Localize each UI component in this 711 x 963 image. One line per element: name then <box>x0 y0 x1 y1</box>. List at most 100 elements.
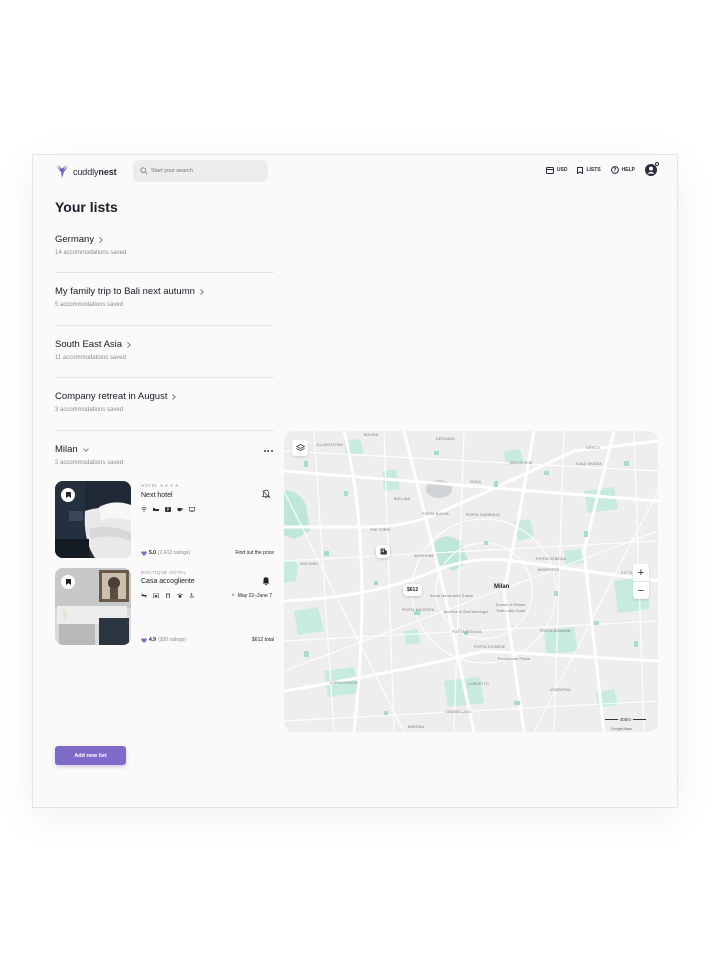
divider <box>55 377 274 378</box>
map-label: Duomo di Milano <box>496 603 526 607</box>
map-label: VIGENTINA <box>550 688 571 692</box>
bell-icon[interactable] <box>261 576 271 586</box>
map-label: BOVISA <box>364 433 379 437</box>
map[interactable]: BOVISA VILLAPIZZONE DERGANO MACIACHINI B… <box>284 431 658 732</box>
more-options-button[interactable] <box>261 444 275 458</box>
map-label: VILLAPIZZONE <box>316 443 344 447</box>
list-count: 5 accommodations saved <box>55 302 124 308</box>
date-range-chip[interactable]: × May 22–June 7 <box>231 593 272 599</box>
hotel-name[interactable]: Casa accogliente <box>141 578 274 585</box>
hotel-stars: ★★★★ <box>159 483 180 488</box>
map-label: Basilica di Sant'Ambrogio <box>444 610 489 614</box>
map-label: PORTA VENEZIA <box>536 557 567 561</box>
chevron-right-icon <box>200 288 204 295</box>
map-label: SAN SIRO <box>300 562 319 566</box>
list-title[interactable]: Milan <box>55 444 274 455</box>
search-icon <box>140 167 148 175</box>
add-new-list-button[interactable]: Add new list <box>55 746 126 765</box>
account-avatar[interactable] <box>645 162 659 176</box>
list-item[interactable]: Germany 14 accommodations saved <box>55 234 274 256</box>
list-item[interactable]: South East Asia 11 accommodations saved <box>55 339 274 361</box>
bell-off-icon[interactable] <box>261 489 271 499</box>
search-box[interactable] <box>133 160 268 182</box>
open-list-header[interactable]: Milan 2 accommodations saved <box>55 444 274 466</box>
accessible-icon <box>189 593 195 598</box>
amenities: P <box>141 507 274 512</box>
hotel-info: HOTEL ★★★★ Next hotel P 5.0 (2,412 ratin… <box>141 481 274 558</box>
list-title[interactable]: My family trip to Bali next autumn <box>55 286 274 297</box>
hotel-info: BOUTIQUE HOTEL Casa accogliente × May 22… <box>141 568 274 645</box>
breakfast-icon <box>177 508 183 512</box>
zoom-in-button[interactable]: + <box>633 564 649 581</box>
saved-bookmark-button[interactable] <box>61 488 75 502</box>
saved-bookmark-button[interactable] <box>61 575 75 589</box>
list-item[interactable]: Company retreat in August 3 accommodatio… <box>55 391 274 413</box>
logo-text-bold: nest <box>98 167 117 177</box>
currency-label: USD <box>556 167 568 173</box>
map-label: BOLLINA <box>394 497 411 501</box>
search-input[interactable] <box>151 168 251 174</box>
scale-label: 400m <box>619 717 631 722</box>
map-label: PORTA NUOVA <box>422 512 449 516</box>
logo-text-light: cuddly <box>73 167 99 177</box>
list-title[interactable]: Company retreat in August <box>55 391 274 402</box>
no-smoking-icon <box>141 593 147 598</box>
list-item[interactable]: My family trip to Bali next autumn 5 acc… <box>55 286 274 308</box>
map-label: GRECO <box>586 446 600 450</box>
bed-icon <box>153 508 159 511</box>
parking-icon: P <box>165 507 171 512</box>
lists-button[interactable]: LISTS <box>577 166 601 174</box>
layers-icon <box>295 444 305 451</box>
list-title[interactable]: South East Asia <box>55 339 274 350</box>
zoom-out-button[interactable]: − <box>633 582 649 599</box>
map-label: Teatro alla Scala <box>496 609 526 613</box>
map-label: PORTA ROMANA <box>540 629 571 633</box>
washer-icon <box>153 593 159 598</box>
chevron-right-icon <box>127 341 132 348</box>
bookmark-filled-icon <box>65 492 71 498</box>
dot <box>263 450 266 452</box>
bird-logo-icon <box>56 165 68 178</box>
hotel-card[interactable]: BOUTIQUE HOTEL Casa accogliente × May 22… <box>55 568 274 645</box>
map-label: Santa Maria delle Grazie <box>430 594 474 598</box>
heart-icon <box>141 550 147 556</box>
hotel-photo[interactable] <box>55 481 131 558</box>
rating: 4.9 (300 ratings) <box>141 637 186 643</box>
hotel-category: BOUTIQUE HOTEL <box>141 570 187 575</box>
currency-button[interactable]: USD <box>545 166 568 174</box>
hotel-photo[interactable] <box>55 568 131 645</box>
scale-bar-left <box>604 719 618 720</box>
list-title[interactable]: Germany <box>55 234 274 245</box>
scale-bar-right <box>633 719 646 720</box>
heart-icon <box>141 637 147 643</box>
map-label: ISOLA <box>470 480 482 484</box>
app-frame: cuddlynest USD LISTS ? HELP <box>32 154 678 808</box>
hotel-card[interactable]: HOTEL ★★★★ Next hotel P 5.0 (2,412 ratin… <box>55 481 274 558</box>
chevron-right-icon <box>172 393 177 400</box>
clear-dates-icon[interactable]: × <box>231 593 235 599</box>
rating-score: 5.0 <box>149 550 156 556</box>
list-count: 2 accommodations saved <box>55 460 124 466</box>
map-layers-button[interactable] <box>292 440 308 456</box>
map-scale: 400m <box>604 717 646 722</box>
hotel-name[interactable]: Next hotel <box>141 492 274 499</box>
map-label: TRE TORRI <box>370 528 391 532</box>
list-count: 14 accommodations saved <box>55 250 127 256</box>
price-link[interactable]: Find out the price <box>235 550 274 556</box>
map-tiles[interactable] <box>284 431 658 732</box>
map-label: PORTA TICINESE <box>474 645 506 649</box>
map-label: PORTA GARIBALDI <box>466 513 501 517</box>
rating-count: (2,412 ratings) <box>157 550 191 556</box>
help-button[interactable]: ? HELP <box>610 166 635 174</box>
pet-icon <box>177 593 183 598</box>
hotel-map-marker[interactable] <box>376 545 390 558</box>
dot <box>267 450 269 452</box>
tv-icon <box>189 507 195 512</box>
divider <box>55 272 274 273</box>
rating-score: 4.9 <box>149 637 156 643</box>
help-label: HELP <box>621 167 635 173</box>
price-map-marker[interactable]: $612 <box>403 584 423 596</box>
logo[interactable]: cuddlynest <box>55 164 117 180</box>
zoom-controls: + − <box>633 564 649 599</box>
list-count: 11 accommodations saved <box>55 355 126 361</box>
